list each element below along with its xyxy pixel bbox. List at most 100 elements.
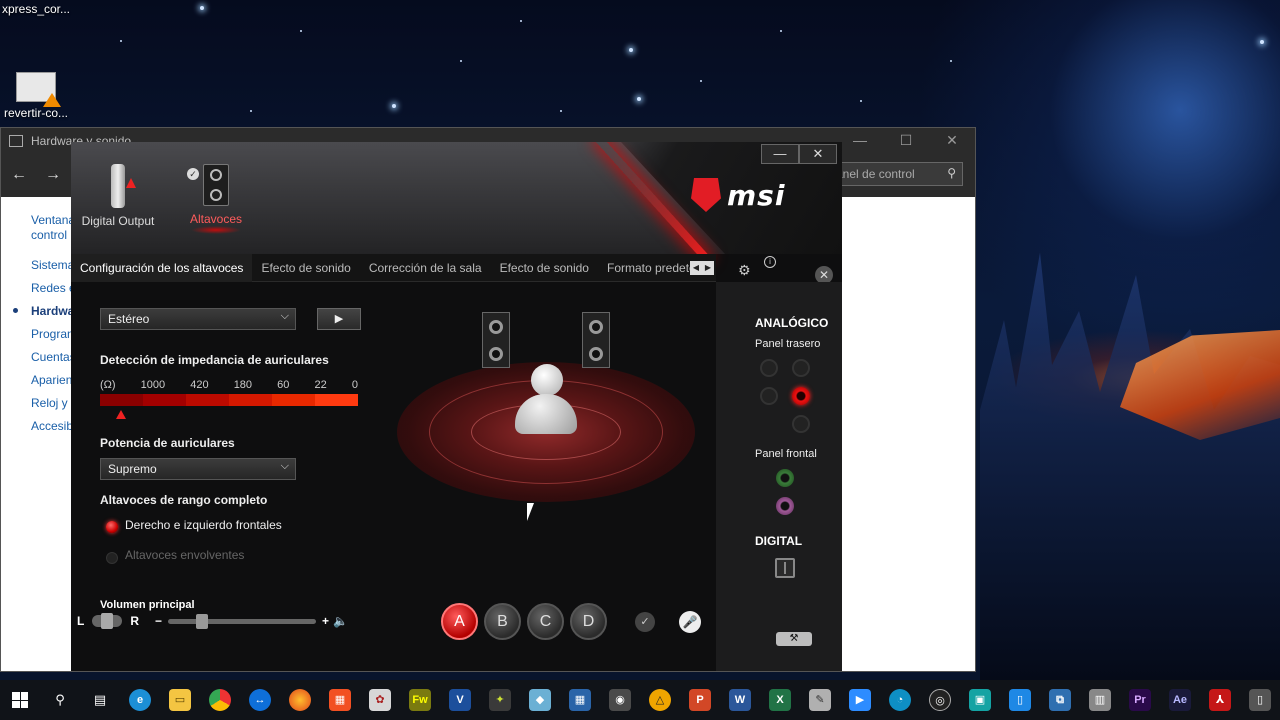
speaker-config-select[interactable]: Estéreo ⌵ [100, 308, 296, 330]
msi-close-button[interactable]: ✕ [799, 144, 837, 164]
app2-icon[interactable]: ✦ [480, 680, 520, 720]
mic-jack-icon[interactable] [776, 497, 794, 515]
microphone-icon[interactable]: 🎤 [679, 611, 701, 633]
calculator-icon[interactable]: ▦ [560, 680, 600, 720]
app4-icon[interactable]: △ [640, 680, 680, 720]
gear-icon[interactable]: ⚙ [738, 262, 751, 279]
app11-icon[interactable]: ▯ [1240, 680, 1280, 720]
sidebar-link[interactable]: Redes e [31, 281, 76, 295]
acrobat-icon[interactable]: ⅄ [1200, 680, 1240, 720]
preset-c-button[interactable]: C [527, 603, 564, 640]
headphone-power-title: Potencia de auriculares [100, 436, 235, 450]
volume-slider[interactable] [168, 613, 317, 629]
preset-d-button[interactable]: D [570, 603, 607, 640]
app9-icon[interactable]: ⧉ [1040, 680, 1080, 720]
info-icon[interactable]: i [764, 256, 776, 268]
excel-icon[interactable]: X [760, 680, 800, 720]
play-test-button[interactable]: ▶ [317, 308, 361, 330]
sidebar-link[interactable]: control [31, 228, 67, 242]
headphone-power-select[interactable]: Supremo ⌵ [100, 458, 296, 480]
firefox-icon[interactable] [280, 680, 320, 720]
volume-minus-icon[interactable]: − [155, 614, 162, 628]
tab-sound-effect-2[interactable]: Efecto de sonido [491, 254, 598, 282]
store-icon[interactable]: ▦ [320, 680, 360, 720]
right-speaker-icon[interactable] [582, 312, 610, 368]
file-explorer-icon[interactable]: ▭ [160, 680, 200, 720]
speaker-config-value: Estéreo [108, 312, 150, 326]
start-button[interactable] [0, 680, 40, 720]
app-icon[interactable]: ✿ [360, 680, 400, 720]
app5-icon[interactable]: ✎ [800, 680, 840, 720]
desktop-icon[interactable]: revertir-co... [0, 72, 72, 120]
desktop-icon-label: xpress_cor... [1, 2, 71, 16]
chrome-icon[interactable] [200, 680, 240, 720]
minimize-button[interactable]: — [837, 128, 883, 153]
search-taskbar-icon[interactable]: ⚲ [40, 680, 80, 720]
msi-audio-window: Digital Output ✓ Altavoces msi — ✕ Confi… [71, 142, 842, 671]
msi-minimize-button[interactable]: — [761, 144, 799, 164]
sidebar-link[interactable]: Sistema [31, 258, 74, 272]
edge-icon[interactable]: e [120, 680, 160, 720]
volume-plus-icon[interactable]: + [322, 614, 329, 628]
teamviewer-icon[interactable]: ↔ [240, 680, 280, 720]
preset-b-button[interactable]: B [484, 603, 521, 640]
tab-scroll-right-icon[interactable]: ▶ [702, 261, 714, 275]
app10-icon[interactable]: ▥ [1080, 680, 1120, 720]
jack-icon[interactable] [792, 415, 810, 433]
radio-front-lr-label: Derecho e izquierdo frontales [125, 518, 282, 532]
app3-icon[interactable]: ◆ [520, 680, 560, 720]
sidebar-link[interactable]: Cuentas [31, 350, 76, 364]
close-button[interactable]: ✕ [929, 128, 975, 153]
app8-icon[interactable]: ▯ [1000, 680, 1040, 720]
tab-scroll-left-icon[interactable]: ◀ [690, 261, 702, 275]
task-view-icon[interactable]: ▤ [80, 680, 120, 720]
jack-icon[interactable] [792, 359, 810, 377]
jack-icon[interactable] [760, 359, 778, 377]
sidebar-link-active[interactable]: Hardwa [31, 304, 74, 318]
headphone-jack-icon[interactable] [776, 469, 794, 487]
star [300, 30, 302, 32]
tab-sound-effect[interactable]: Efecto de sonido [252, 254, 359, 282]
device-digital-output[interactable]: Digital Output [79, 164, 157, 228]
sidebar-link[interactable]: Progran [31, 327, 74, 341]
tab-speaker-config[interactable]: Configuración de los altavoces [71, 253, 253, 282]
preset-a-button[interactable]: A [441, 603, 478, 640]
tab-room-correction[interactable]: Corrección de la sala [360, 254, 491, 282]
radio-front-lr[interactable] [106, 521, 118, 533]
sidebar-link[interactable]: Accesib [31, 419, 73, 433]
forward-arrow-icon[interactable]: → [45, 166, 61, 184]
sidebar-link[interactable]: Reloj y r [31, 396, 75, 410]
advanced-settings-wrench-icon[interactable]: ⚒ [776, 632, 812, 646]
desktop-icon[interactable]: xpress_cor... [0, 2, 72, 16]
radio-surround[interactable] [106, 552, 118, 564]
word-icon[interactable]: W [720, 680, 760, 720]
fireworks-icon[interactable]: Fw [400, 680, 440, 720]
speaker-volume-icon[interactable]: 🔈 [333, 614, 348, 628]
left-speaker-icon[interactable] [482, 312, 510, 368]
camera-icon[interactable]: ◉ [600, 680, 640, 720]
jack-icon[interactable] [760, 387, 778, 405]
back-arrow-icon[interactable]: ← [11, 166, 27, 184]
app6-icon[interactable]: ◔ [880, 680, 920, 720]
device-speakers[interactable]: ✓ Altavoces [183, 164, 249, 234]
powerpoint-icon[interactable]: P [680, 680, 720, 720]
sidebar-link[interactable]: Aparien [31, 373, 72, 387]
aftereffects-icon[interactable]: Ae [1160, 680, 1200, 720]
sidebar-link[interactable]: Ventana [31, 213, 75, 227]
front-panel-label: Panel frontal [755, 448, 817, 460]
obs-icon[interactable]: ◎ [920, 680, 960, 720]
digital-port-icon[interactable] [775, 558, 795, 578]
headphone-power-value: Supremo [108, 462, 157, 476]
visio-icon[interactable]: V [440, 680, 480, 720]
search-icon: ⚲ [947, 166, 956, 180]
balance-knob[interactable] [92, 613, 123, 629]
maximize-button[interactable]: ☐ [883, 128, 929, 153]
active-jack-icon[interactable] [792, 387, 810, 405]
app7-icon[interactable]: ▣ [960, 680, 1000, 720]
confirm-check-icon[interactable]: ✓ [635, 612, 655, 632]
control-panel-search[interactable]: anel de control ⚲ [829, 162, 963, 186]
zoom-icon[interactable]: ▶ [840, 680, 880, 720]
star [950, 60, 952, 62]
balance-right-label: R [130, 614, 140, 628]
premiere-icon[interactable]: Pr [1120, 680, 1160, 720]
